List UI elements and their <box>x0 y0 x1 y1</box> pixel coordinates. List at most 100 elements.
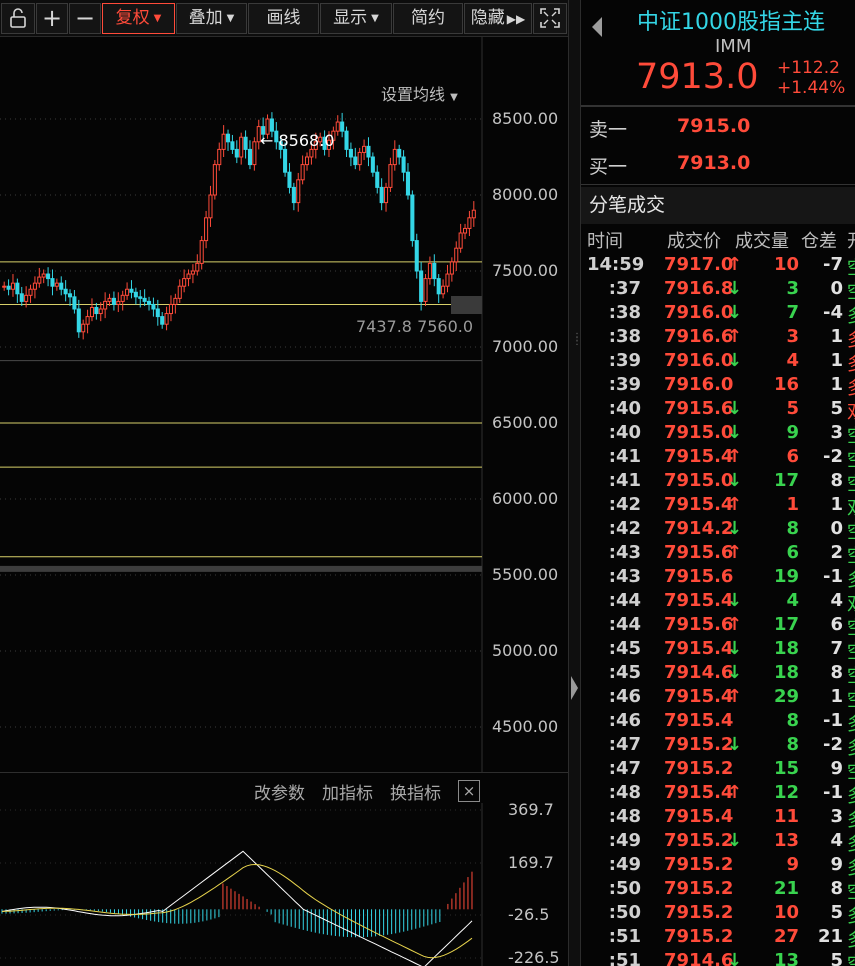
tick-volume: 3 <box>786 278 799 299</box>
set-ma-button[interactable]: 设置均线 ▼ <box>381 81 458 105</box>
candle-body <box>462 227 468 234</box>
overlay-button[interactable]: 叠加 ▼ <box>176 3 247 34</box>
zoom-out-button[interactable]: − <box>69 3 101 34</box>
candle-body <box>300 164 305 181</box>
candle-body <box>441 285 446 295</box>
tick-volume: 21 <box>773 878 799 899</box>
candle-body <box>85 316 90 325</box>
tick-oi-change: 5 <box>830 902 843 923</box>
candle-body <box>243 136 248 150</box>
candle-body <box>392 148 397 166</box>
macd-panel[interactable]: 改参数 加指标 换指标 × 369.7 169.7 -26.5 -226.5 <box>0 772 568 966</box>
tick-side: 空 <box>847 638 855 664</box>
tick-row: :44 7915.6 17 6空 ↑ <box>581 614 855 639</box>
simple-button[interactable]: 简约 <box>393 3 463 34</box>
tick-volume: 17 <box>773 470 799 491</box>
candle-body <box>125 288 130 296</box>
candle-body <box>6 285 11 290</box>
price-axis-label: 5000.00 <box>492 641 559 660</box>
instrument-title: 中证1000股指主连 <box>637 10 825 35</box>
candle-body <box>410 194 415 242</box>
candle-body <box>146 300 152 305</box>
tick-volume: 18 <box>773 638 799 659</box>
double-chevron-right-icon: ▶▶ <box>506 12 526 26</box>
candle-body <box>445 273 450 287</box>
candle-body <box>133 291 138 298</box>
candle-body <box>309 148 314 158</box>
tick-volume: 11 <box>773 806 799 827</box>
tick-time: :51 <box>608 950 641 966</box>
price-change: +112.2 +1.44% <box>777 58 845 98</box>
tick-price: 7915.4 <box>664 590 734 611</box>
fullscreen-button[interactable] <box>533 3 567 34</box>
tick-side: 空 <box>847 542 855 568</box>
candle-body <box>370 156 375 173</box>
tick-time: :41 <box>608 446 641 467</box>
adjust-button[interactable]: 复权 ▼ <box>102 3 175 34</box>
arrow-up-icon: ↑ <box>727 254 743 275</box>
unlock-icon <box>10 8 26 28</box>
tick-side: 多 <box>847 854 855 880</box>
tick-time: :45 <box>608 662 641 683</box>
candle-body <box>419 270 424 302</box>
tick-oi-change: -1 <box>823 710 843 731</box>
tick-row: :50 7915.2 10 5多 <box>581 902 855 928</box>
tick-price: 7916.8 <box>664 278 734 299</box>
tick-oi-change: -7 <box>823 254 843 275</box>
header-volume: 成交量 <box>735 231 789 252</box>
candle-body <box>362 145 367 153</box>
candle-body <box>212 164 217 196</box>
lock-button[interactable] <box>1 3 35 34</box>
tick-trades-title[interactable]: 分笔成交 <box>581 187 855 224</box>
candle-body <box>24 294 29 302</box>
tick-price: 7915.4 <box>664 494 734 515</box>
tick-row: :46 7915.4 8 -1多 <box>581 710 855 735</box>
tick-row: :46 7915.4 29 1空 ↑ <box>581 686 855 712</box>
set-ma-label: 设置均线 <box>381 85 446 104</box>
tick-price: 7915.4 <box>664 806 734 827</box>
display-button[interactable]: 显示 ▼ <box>320 3 392 34</box>
tick-time: :47 <box>608 734 641 755</box>
tick-table-header: 时间 成交价 成交量 仓差 开 <box>581 227 855 253</box>
tick-time: :38 <box>608 302 641 323</box>
candle-body <box>335 121 340 132</box>
tick-price: 7915.4 <box>664 446 734 467</box>
candle-body <box>225 133 231 143</box>
candle-body <box>423 278 428 302</box>
hide-button[interactable]: 隐藏 ▶▶ <box>464 3 532 34</box>
candle-body <box>89 306 95 318</box>
tick-time: :38 <box>608 326 641 347</box>
candle-body <box>177 285 182 299</box>
candlestick-chart[interactable]: 设置均线 ▼ ← 8568.0 7437.8 7560.0 8500.00 800… <box>0 37 568 772</box>
candle-body <box>182 278 187 287</box>
header-oi-change: 仓差 <box>801 231 837 252</box>
zoom-in-button[interactable]: + <box>36 3 68 34</box>
tick-price: 7915.2 <box>664 926 734 947</box>
candle-body <box>357 151 362 166</box>
price-axis-label: 4500.00 <box>492 717 559 736</box>
arrow-down-icon: ↓ <box>727 350 743 371</box>
tick-volume: 18 <box>773 662 799 683</box>
panel-splitter[interactable]: ⋮ ⋮ <box>568 0 582 966</box>
instrument-code: IMM <box>715 36 752 57</box>
tick-row: :47 7915.2 15 9空 <box>581 758 855 783</box>
tick-price: 7915.2 <box>664 854 734 875</box>
candle-body <box>217 148 222 166</box>
tick-oi-change: 3 <box>830 806 843 827</box>
expand-arrow-icon[interactable] <box>571 676 578 700</box>
back-arrow-icon[interactable] <box>592 17 602 37</box>
candle-body <box>142 297 147 302</box>
tick-volume: 9 <box>786 854 799 875</box>
draw-line-button[interactable]: 画线 <box>248 3 319 34</box>
tick-side: 多 <box>847 902 855 928</box>
candle-body <box>304 156 310 166</box>
candle-body <box>120 294 125 302</box>
tick-side: 空 <box>847 254 855 280</box>
candle-body <box>111 297 116 305</box>
quote-panel: 中证1000股指主连 IMM 7913.0 +112.2 +1.44% 卖一 7… <box>581 0 855 966</box>
tick-side: 空 <box>847 686 855 712</box>
tick-price: 7914.6 <box>664 950 734 966</box>
arrow-down-icon: ↓ <box>727 590 743 611</box>
tick-row: :447915.444双↓ <box>581 590 855 615</box>
tick-row: :38 7916.0 7 -4多 ↓ <box>581 302 855 327</box>
